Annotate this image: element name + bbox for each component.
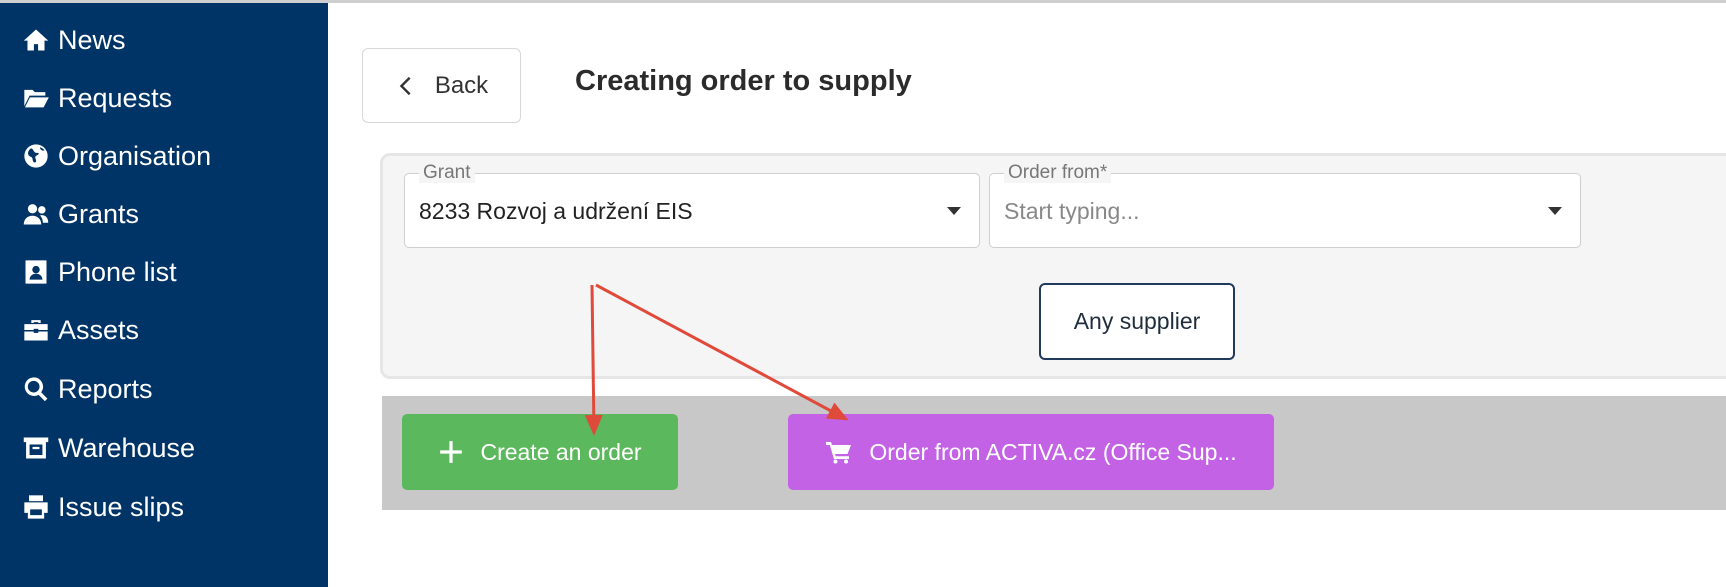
sidebar-item-warehouse[interactable]: Warehouse [22, 428, 195, 468]
sidebar-item-requests[interactable]: Requests [22, 78, 172, 118]
filter-card: Grant 8233 Rozvoj a udržení EIS Order fr… [380, 153, 1726, 379]
sidebar-item-reports[interactable]: Reports [22, 369, 153, 409]
sidebar-item-assets[interactable]: Assets [22, 310, 139, 350]
chevron-down-icon[interactable] [1548, 207, 1562, 215]
printer-icon [24, 495, 48, 519]
sidebar: News Requests Organisation Grants Phone … [0, 3, 328, 587]
sidebar-item-grants[interactable]: Grants [22, 194, 139, 234]
home-icon [23, 29, 49, 51]
warehouse-icon [23, 437, 49, 459]
shopping-cart-icon [826, 442, 852, 464]
sidebar-item-label: Issue slips [58, 491, 185, 522]
sidebar-item-label: News [58, 24, 126, 55]
users-icon [23, 204, 49, 225]
folder-open-icon [24, 89, 49, 108]
sidebar-item-issue-slips[interactable]: Issue slips [22, 487, 184, 527]
order-from-activa-button[interactable]: Order from ACTIVA.cz (Office Sup... [788, 414, 1274, 490]
back-button-label: Back [434, 71, 489, 99]
contact-card-icon [25, 260, 47, 284]
sidebar-item-phone-list[interactable]: Phone list [22, 252, 177, 292]
sidebar-item-label: Phone list [58, 256, 177, 287]
plus-icon [440, 441, 463, 463]
order-from-activa-label: Order from ACTIVA.cz (Office Sup... [869, 438, 1237, 465]
order-from-input[interactable] [1004, 194, 1564, 228]
toolbox-icon [24, 320, 48, 341]
back-button[interactable]: Back [362, 48, 521, 123]
order-from-label: Order from* [1004, 163, 1112, 183]
create-order-button[interactable]: Create an order [402, 414, 678, 490]
action-bar: Create an order Order from ACTIVA.cz (Of… [382, 396, 1726, 510]
sidebar-item-label: Reports [58, 373, 153, 404]
sidebar-item-label: Grants [58, 198, 140, 229]
page-title: Creating order to supply [575, 65, 912, 97]
chevron-left-icon [399, 76, 411, 95]
create-order-label: Create an order [480, 438, 642, 465]
main-content: Back Creating order to supply Grant 8233… [328, 3, 1726, 587]
sidebar-item-label: Warehouse [58, 432, 196, 463]
chevron-down-icon[interactable] [947, 207, 961, 215]
grant-value: 8233 Rozvoj a udržení EIS [419, 198, 693, 224]
globe-icon [24, 144, 48, 168]
grant-label: Grant [419, 163, 475, 183]
sidebar-item-organisation[interactable]: Organisation [22, 136, 211, 176]
any-supplier-button[interactable]: Any supplier [1039, 283, 1235, 360]
search-icon [24, 377, 48, 402]
sidebar-item-news[interactable]: News [22, 20, 126, 60]
sidebar-item-label: Assets [58, 314, 140, 345]
order-from-field[interactable]: Order from* [989, 163, 1581, 248]
sidebar-item-label: Requests [58, 82, 173, 113]
sidebar-item-label: Organisation [58, 140, 212, 171]
grant-select[interactable]: Grant 8233 Rozvoj a udržení EIS [404, 163, 980, 248]
